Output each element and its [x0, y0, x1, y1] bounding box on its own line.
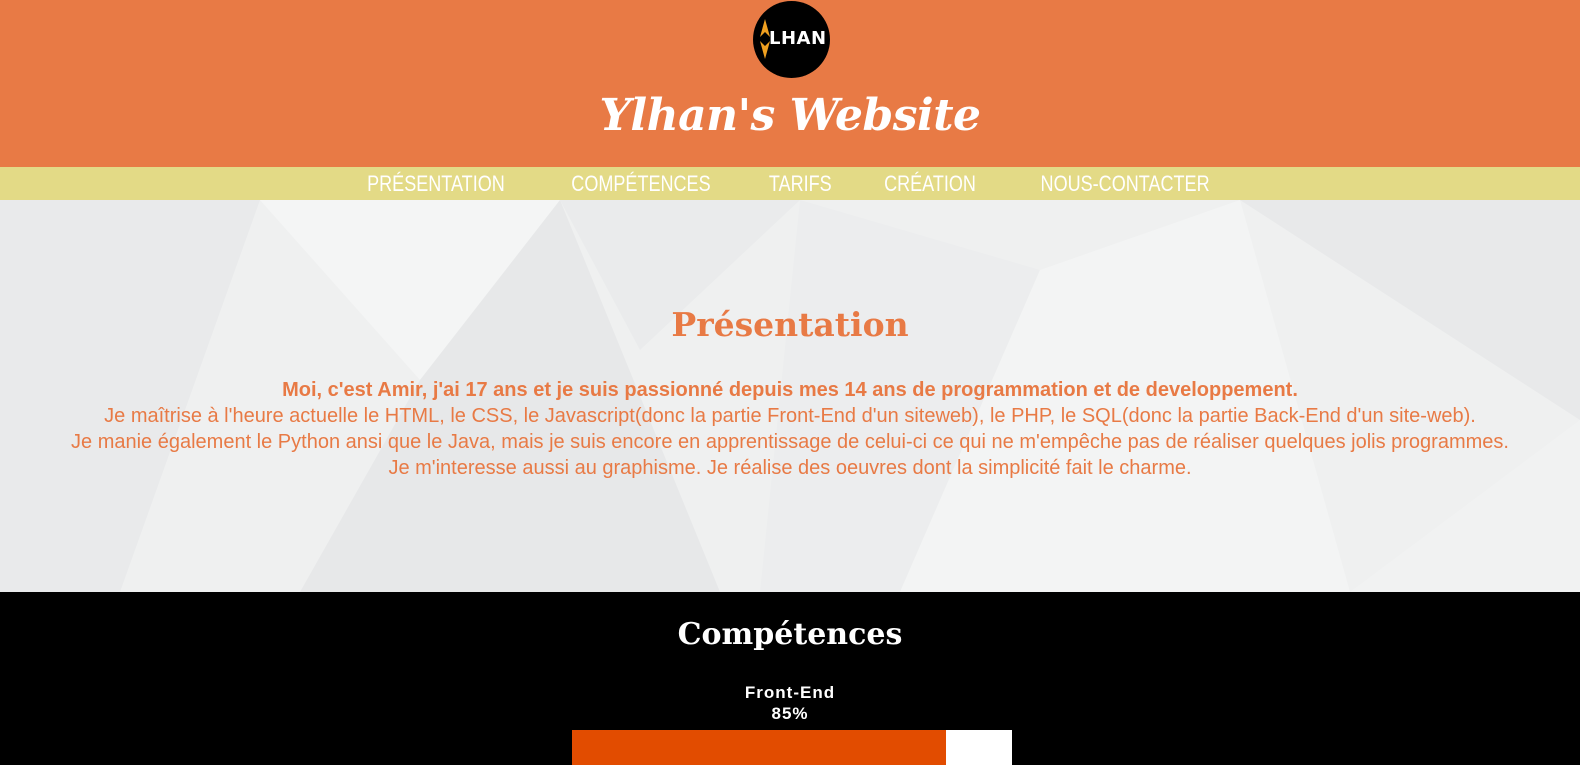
presentation-line: Je maîtrise à l'heure actuelle le HTML, … — [104, 405, 1476, 427]
skills-title: Compétences — [677, 617, 903, 652]
logo-text: LHAN — [769, 28, 827, 49]
presentation-text: Moi, c'est Amir, j'ai 17 ans et je suis … — [0, 377, 1580, 481]
nav-item-creation[interactable]: Création — [884, 171, 976, 197]
presentation-line: Je manie également le Python ansi que le… — [71, 431, 1509, 453]
nav-item-competences[interactable]: Compétences — [571, 171, 710, 197]
presentation-title: Présentation — [671, 305, 909, 344]
nav-item-presentation[interactable]: Présentation — [367, 171, 505, 197]
presentation-line: Je m'interesse aussi au graphisme. Je ré… — [388, 457, 1192, 479]
site-title: Ylhan's Website — [599, 90, 981, 141]
skill-progress-fill — [572, 730, 946, 765]
presentation-section: Présentation Moi, c'est Amir, j'ai 17 an… — [0, 200, 1580, 592]
presentation-line-intro: Moi, c'est Amir, j'ai 17 ans et je suis … — [282, 379, 1298, 401]
nav-item-tarifs[interactable]: Tarifs — [768, 171, 831, 197]
skill-name: Front-End — [744, 683, 836, 702]
nav-item-nous-contacter[interactable]: Nous-contacter — [1041, 171, 1210, 197]
skill-progress-bar — [572, 730, 1012, 765]
site-header: LHAN Ylhan's Website — [0, 0, 1580, 167]
main-nav: Présentation Compétences Tarifs Création… — [0, 167, 1580, 200]
site-logo[interactable]: LHAN — [753, 1, 830, 78]
skill-percent: 85% — [771, 704, 809, 723]
skills-section: Compétences Front-End 85% — [0, 592, 1580, 765]
